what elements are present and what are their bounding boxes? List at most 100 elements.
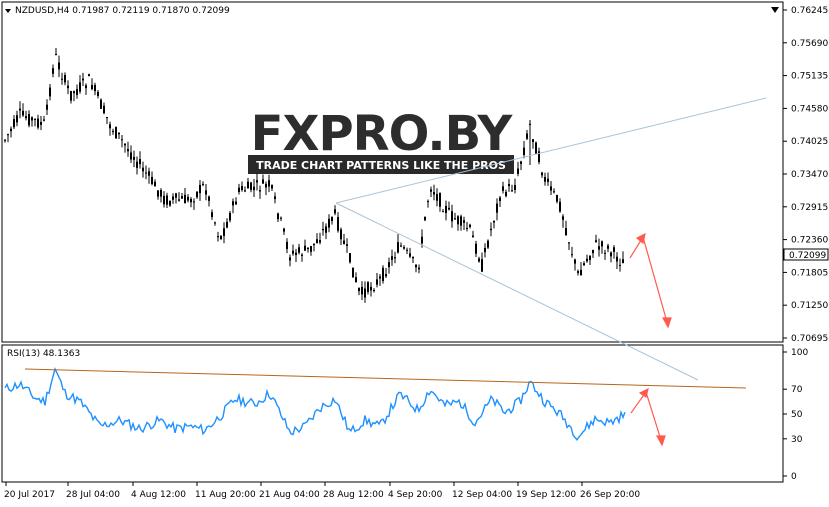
candle-body [334,209,336,214]
candle-body [214,222,216,224]
candle-body [577,271,579,273]
current-price-marker: 0.72099 [783,248,829,261]
candle-body [358,288,360,292]
candle-body [127,148,129,152]
candle-body [394,257,396,259]
candle-body [22,110,24,116]
time-tick-label: 4 Sep 20:00 [388,490,443,500]
candle-body [133,156,135,160]
candle-body [88,74,90,77]
candle-body [367,282,369,292]
candle-body [523,147,525,155]
candle-body [346,244,348,246]
candle-body [490,228,492,231]
time-tick-label: 12 Sep 04:00 [452,490,512,500]
candle-body [109,124,111,129]
candle-body [601,241,603,247]
candle-body [277,213,279,220]
candle-body [85,85,87,89]
candle-body [595,240,597,242]
price-tick-label: 0.76245 [791,6,828,16]
candle-body [586,258,588,262]
rsi-panel[interactable] [1,344,784,483]
rsi-axis: 100 70 50 30 0 [783,348,808,482]
candle-body [121,139,123,141]
candle-body [31,117,33,121]
candle-body [37,118,39,128]
candle-body [517,168,519,174]
rsi-tick-label: 50 [791,410,803,420]
candle-body [259,190,261,192]
candle-body [514,185,516,190]
candle-body [232,201,234,206]
candle-body [250,182,252,190]
watermark-logo: FXPRO.BY TRADE CHART PATTERNS LIKE THE P… [248,106,515,174]
candle-body [568,242,570,244]
candle-body [235,201,237,205]
candle-body [403,247,405,249]
candle-body [124,143,126,146]
candle-body [493,221,495,223]
candle-body [193,201,195,203]
candle-body [400,245,402,247]
candle-body [331,217,333,222]
candle-body [412,257,414,259]
candle-body [148,171,150,176]
candle-body [58,62,60,70]
candle-body [19,108,21,111]
candle-body [136,161,138,168]
candle-body [424,216,426,221]
candle-body [604,252,606,254]
candle-body [562,216,564,220]
candle-body [406,249,408,251]
candle-body [94,84,96,92]
candle-body [613,247,615,252]
candle-body [118,132,120,135]
candle-body [166,195,168,205]
candle-body [415,264,417,268]
candle-body [442,211,444,213]
candle-body [265,183,267,188]
candle-body [244,190,246,192]
candle-body [310,246,312,252]
time-tick-label: 11 Aug 20:00 [195,490,256,500]
candle-body [451,211,453,222]
candle-body [301,254,303,256]
candle-body [169,200,171,206]
candle-body [541,172,543,176]
candle-body [61,78,63,80]
candle-body [481,259,483,272]
candle-body [67,85,69,89]
candle-body [211,212,213,218]
candle-body [205,190,207,195]
candle-body [391,256,393,260]
candle-body [196,191,198,198]
candle-body [532,139,534,143]
price-tick-label: 0.70695 [791,334,828,344]
candle-body [64,75,66,83]
candle-body [43,119,45,121]
candle-body [352,267,354,278]
candle-body [40,122,42,125]
price-tick-label: 0.74580 [791,104,828,114]
candle-body [7,134,9,136]
candle-body [52,68,54,74]
candle-body [589,255,591,260]
candle-body [571,254,573,256]
rsi-label: RSI(13) 48.1363 [7,349,80,359]
candle-body [487,240,489,248]
candle-body [160,189,162,197]
price-tick-label: 0.74025 [791,137,828,147]
candle-body [544,177,546,182]
chart-canvas[interactable]: NZDUSD,H4 0.71987 0.72119 0.71870 0.7209… [0,0,829,504]
candle-body [325,226,327,233]
time-tick-label: 4 Aug 12:00 [131,490,186,500]
candle-body [292,250,294,254]
candle-body [208,196,210,201]
candle-body [199,184,201,194]
candle-body [469,224,471,228]
candle-body [385,274,387,277]
candle-body [286,241,288,249]
candle-body [142,167,144,172]
chart-terminal[interactable]: NZDUSD,H4 0.71987 0.72119 0.71870 0.7209… [0,0,829,504]
